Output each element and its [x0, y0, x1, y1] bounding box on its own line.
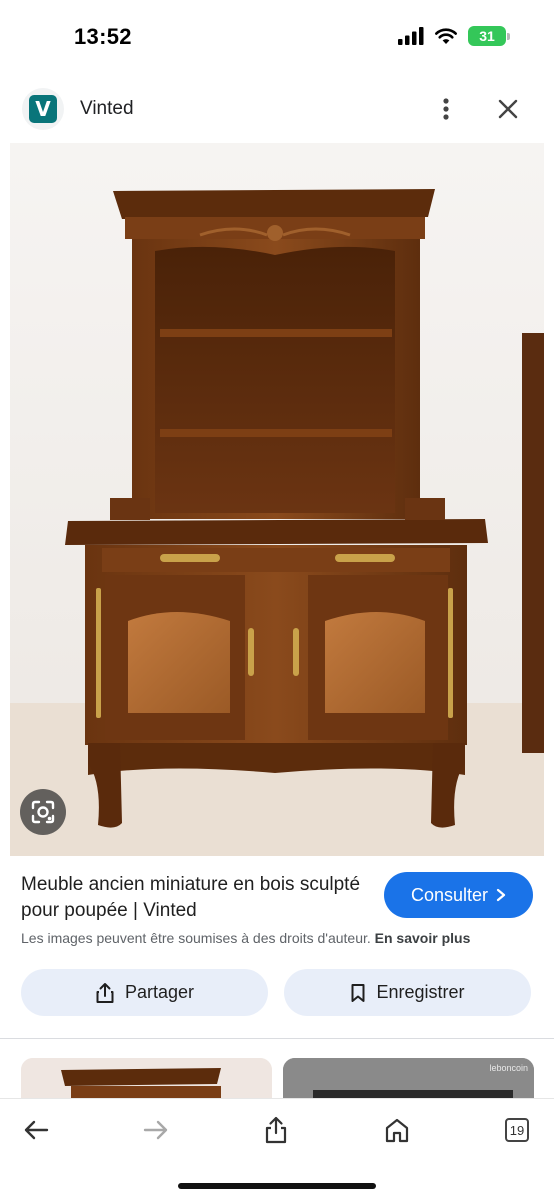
home-indicator[interactable] [178, 1183, 376, 1189]
toolbar-share-button[interactable] [256, 1113, 296, 1147]
battery-icon: 31 [468, 26, 510, 46]
forward-button[interactable] [136, 1113, 176, 1147]
result-title[interactable]: Meuble ancien miniature en bois sculpté … [21, 872, 371, 924]
forward-arrow-icon [143, 1120, 168, 1140]
site-header: V Vinted [0, 80, 554, 140]
battery-level: 31 [479, 28, 495, 44]
share-label: Partager [124, 982, 195, 1002]
dresser-illustration [10, 143, 544, 856]
bottom-toolbar: 19 [0, 1098, 554, 1200]
share-icon [96, 982, 114, 1003]
share-icon [265, 1116, 287, 1144]
status-bar: 13:52 31 [0, 0, 554, 76]
status-time: 13:52 [74, 24, 132, 49]
divider [0, 1038, 554, 1039]
share-button[interactable]: Partager [21, 969, 268, 1016]
site-name[interactable]: Vinted [80, 98, 134, 120]
wifi-icon [435, 28, 457, 44]
back-arrow-icon [24, 1120, 49, 1140]
more-options-button[interactable] [432, 94, 460, 124]
lens-icon [31, 800, 55, 824]
copyright-notice: Les images peuvent être soumises à des d… [21, 930, 541, 946]
save-label: Enregistrer [376, 982, 465, 1002]
back-button[interactable] [16, 1113, 56, 1147]
signal-icon [398, 27, 424, 45]
copyright-text: Les images peuvent être soumises à des d… [21, 930, 371, 946]
close-icon [498, 99, 518, 119]
product-image[interactable] [10, 143, 544, 856]
chevron-right-icon [496, 888, 506, 902]
close-button[interactable] [494, 94, 522, 124]
bookmark-icon [351, 983, 365, 1002]
status-icons: 31 [398, 26, 510, 46]
home-icon [385, 1118, 409, 1143]
more-vert-icon [443, 98, 449, 120]
home-button[interactable] [377, 1113, 417, 1147]
consult-button[interactable]: Consulter [384, 872, 533, 918]
google-lens-button[interactable] [20, 789, 66, 835]
tabs-button[interactable]: 19 [497, 1113, 537, 1147]
consult-label: Consulter [410, 884, 489, 905]
save-button[interactable]: Enregistrer [284, 969, 531, 1016]
vinted-logo-icon: V [29, 95, 57, 123]
learn-more-link[interactable]: En savoir plus [375, 930, 471, 946]
tabs-icon: 19 [505, 1118, 529, 1142]
source-watermark: leboncoin [489, 1063, 528, 1073]
site-logo[interactable]: V [22, 88, 64, 130]
